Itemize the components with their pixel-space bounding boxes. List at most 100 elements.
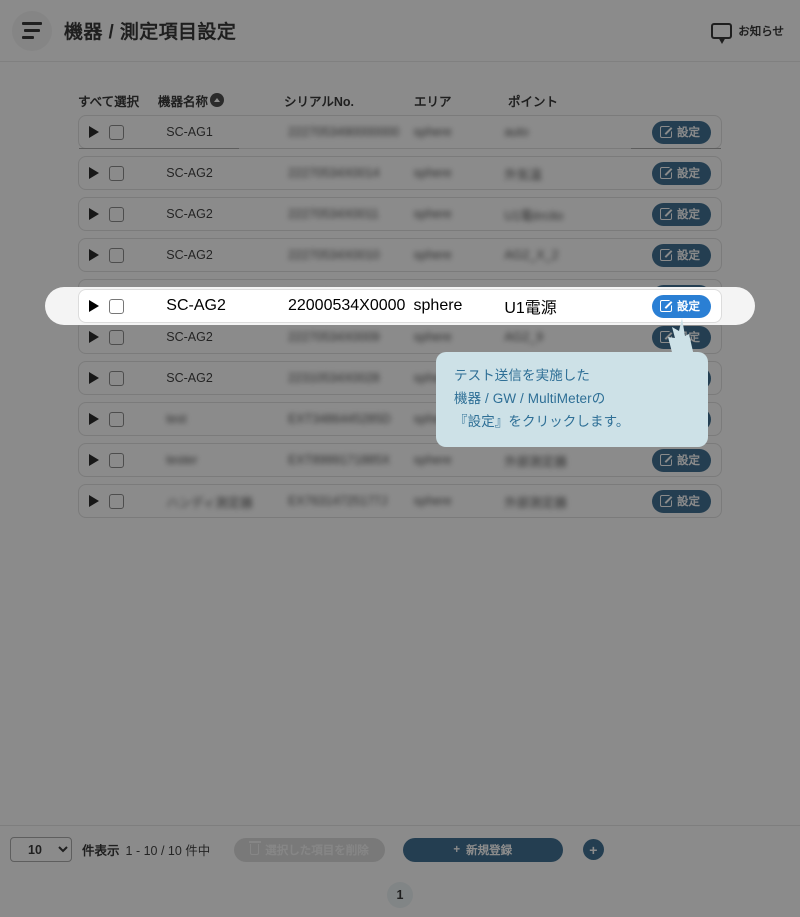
expand-row-icon[interactable]: [89, 372, 99, 384]
cell-area: sphere: [413, 453, 452, 467]
settings-button-label: 設定: [677, 127, 700, 139]
row-select-group: [89, 165, 166, 181]
settings-button-label: 設定: [677, 250, 700, 262]
row-select-group: [89, 206, 166, 222]
settings-button[interactable]: 設定: [652, 489, 711, 513]
cell-point: 外気温: [504, 167, 542, 182]
hamburger-icon[interactable]: [12, 10, 52, 51]
chat-bubble-icon: [711, 22, 733, 44]
cell-action: 設定: [630, 243, 711, 267]
row-checkbox[interactable]: [109, 247, 124, 263]
column-header-select[interactable]: すべて選択: [78, 91, 158, 110]
hamburger-line: [22, 22, 42, 25]
expand-row-icon[interactable]: [89, 208, 99, 220]
per-page-select[interactable]: 102550100: [10, 837, 72, 862]
delete-selected-label: 選択した項目を削除: [265, 844, 369, 857]
cell-serial-number: EXT3486445285D: [287, 412, 391, 426]
settings-button[interactable]: 設定: [652, 202, 711, 226]
row-checkbox[interactable]: [109, 165, 124, 181]
row-checkbox[interactable]: [109, 298, 124, 314]
cell-point: 外部測定器: [504, 454, 567, 469]
notifications-button[interactable]: お知らせ: [711, 22, 784, 44]
trash-icon: [248, 841, 261, 855]
cell-serial-number: 22000534X0000: [287, 297, 406, 314]
row-select-group: [89, 124, 166, 140]
table-row[interactable]: ハンディ測定器 EX76314725177J sphere 外部測定器 設定: [78, 484, 722, 518]
cell-device-name: SC-AG2: [166, 207, 213, 221]
edit-pencil-square-icon: [660, 208, 672, 220]
cell-area: sphere: [413, 494, 452, 508]
expand-row-icon[interactable]: [89, 126, 99, 138]
notifications-label: お知らせ: [738, 25, 784, 38]
settings-button[interactable]: 設定: [652, 161, 711, 185]
edit-pencil-square-icon: [660, 167, 672, 179]
row-select-group: [89, 411, 166, 427]
row-select-group: [89, 452, 166, 468]
cell-action: 設定: [630, 294, 711, 318]
table-row[interactable]: tester EXT8999171885X sphere 外部測定器 設定: [78, 443, 722, 477]
table-row[interactable]: SC-AG1 2227053490000000 sphere auto 設定: [78, 115, 722, 149]
expand-row-icon[interactable]: [89, 249, 99, 261]
cell-device-name: ハンディ測定器: [166, 495, 253, 510]
cell-area: sphere: [413, 207, 452, 221]
settings-button[interactable]: 設定: [652, 243, 711, 267]
table-row[interactable]: SC-AG2 22270534X0011 sphere U1電ército 設定: [78, 197, 722, 231]
add-round-button[interactable]: +: [582, 839, 604, 860]
plus-icon: +: [453, 843, 461, 856]
pagination-page-1[interactable]: 1: [387, 882, 413, 908]
table-row[interactable]: SC-AG222270534X0009sphereAG2_9設定: [78, 320, 722, 354]
cell-serial-number: 22270534X0011: [287, 207, 379, 221]
settings-button-label: 設定: [677, 455, 700, 467]
column-header-point[interactable]: ポイント: [508, 91, 638, 110]
row-underline-artifact: [79, 148, 239, 149]
tooltip-line-1: テスト送信を実施した: [454, 368, 590, 383]
edit-pencil-square-icon: [660, 249, 672, 261]
expand-row-icon[interactable]: [89, 413, 99, 425]
expand-row-icon[interactable]: [89, 167, 99, 179]
row-select-group: [89, 298, 166, 314]
column-header-name-label: 機器名称: [158, 94, 209, 109]
highlighted-table-row[interactable]: SC-AG2 22000534X0000 sphere U1電源 設定: [78, 289, 722, 323]
delete-selected-button[interactable]: 選択した項目を削除: [234, 837, 385, 862]
edit-pencil-square-icon: [660, 454, 672, 466]
cell-point: U1電源: [504, 300, 557, 317]
cell-area: sphere: [413, 330, 452, 344]
column-header-name[interactable]: 機器名称: [158, 91, 284, 110]
cell-action: 設定: [630, 489, 711, 513]
row-checkbox[interactable]: [109, 206, 124, 222]
cell-serial-number: 22310534X0028: [287, 371, 380, 385]
row-checkbox[interactable]: [109, 452, 124, 468]
row-checkbox[interactable]: [109, 493, 124, 509]
cell-serial-number: 22270534X0010: [287, 248, 380, 262]
settings-button-label: 設定: [677, 209, 700, 221]
row-select-group: [89, 247, 166, 263]
chevron-up-circle-icon[interactable]: [210, 93, 225, 107]
row-checkbox[interactable]: [109, 124, 124, 140]
cell-device-name: SC-AG1: [166, 125, 213, 139]
settings-button[interactable]: 設定: [652, 294, 711, 318]
table-row[interactable]: SC-AG2 22270534X0014 sphere 外気温 設定: [78, 156, 722, 190]
cell-serial-number: EXT8999171885X: [287, 453, 391, 467]
cell-point: U1電ército: [504, 208, 564, 223]
row-checkbox[interactable]: [109, 329, 124, 345]
settings-button[interactable]: 設定: [652, 120, 711, 144]
table-header-row: すべて選択 機器名称 シリアルNo. エリア ポイント: [78, 85, 722, 115]
cell-device-name: SC-AG2: [166, 371, 213, 385]
new-registration-button[interactable]: + 新規登録: [402, 837, 563, 862]
row-underline-artifact: [631, 148, 721, 149]
settings-button[interactable]: 設定: [652, 448, 711, 472]
expand-row-icon[interactable]: [89, 495, 99, 507]
expand-row-icon[interactable]: [89, 331, 99, 343]
cell-point: AG2_9: [504, 330, 544, 344]
row-checkbox[interactable]: [109, 411, 124, 427]
table-row[interactable]: SC-AG2 22270534X0010 sphere AG2_X_2 設定: [78, 238, 722, 272]
settings-button-label: 設定: [677, 496, 700, 508]
expand-row-icon[interactable]: [89, 300, 99, 312]
expand-row-icon[interactable]: [89, 454, 99, 466]
column-header-area[interactable]: エリア: [414, 91, 508, 110]
pagination: 1: [0, 873, 800, 917]
row-checkbox[interactable]: [109, 370, 124, 386]
cell-device-name: tester: [166, 453, 198, 467]
column-header-serial[interactable]: シリアルNo.: [284, 91, 414, 110]
hamburger-line: [24, 29, 40, 32]
